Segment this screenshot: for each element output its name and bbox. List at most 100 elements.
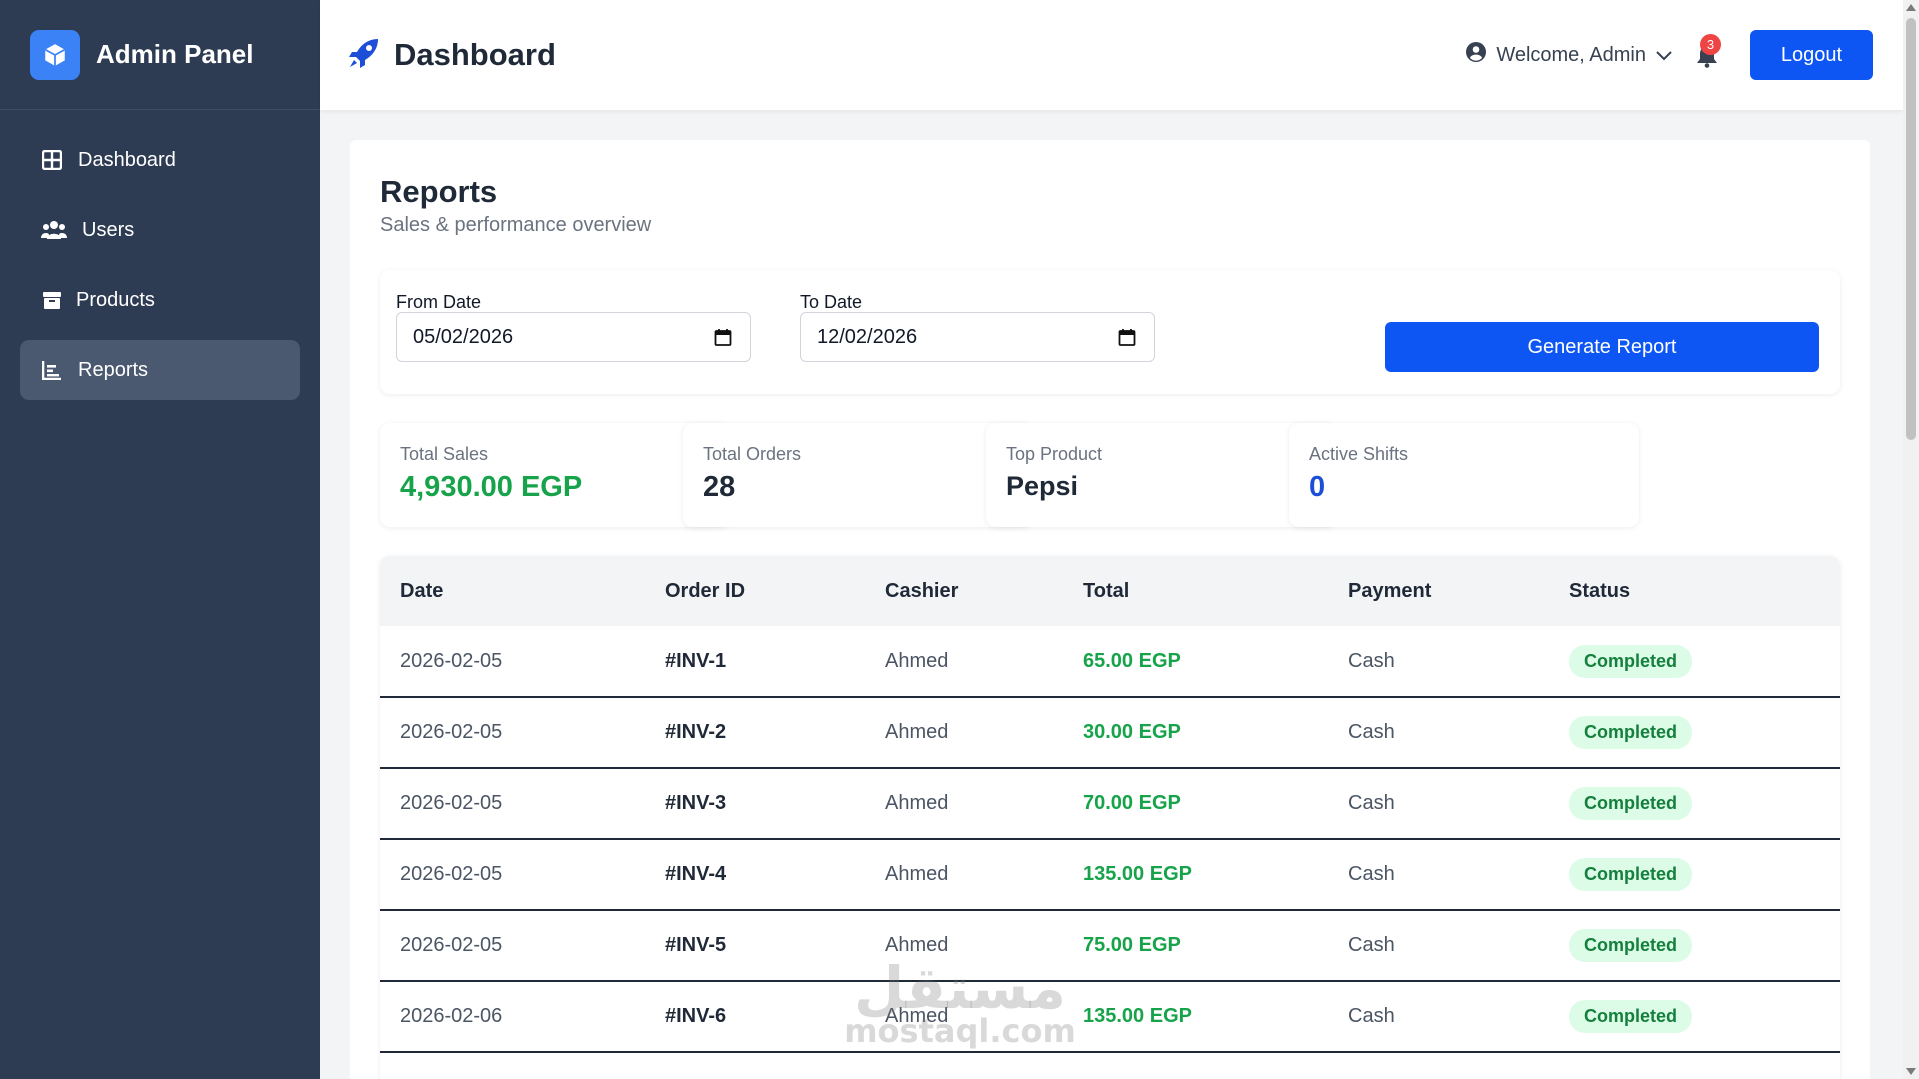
sidebar-item-reports[interactable]: Reports bbox=[20, 340, 300, 400]
from-date-value: 05/02/2026 bbox=[413, 325, 514, 348]
stat-value: 28 bbox=[703, 471, 736, 503]
cell-status: Completed bbox=[1549, 697, 1840, 768]
status-badge: Completed bbox=[1569, 1000, 1693, 1033]
column-header[interactable]: Cashier bbox=[865, 556, 1063, 626]
table-row[interactable]: 2026-02-05 #INV-4 Ahmed 135.00 EGP Cash … bbox=[380, 839, 1840, 910]
generate-report-button[interactable]: Generate Report bbox=[1385, 322, 1819, 372]
cell-payment: Cash bbox=[1348, 721, 1395, 743]
cell-cashier: Ahmed bbox=[885, 721, 949, 743]
cell-cashier: Ahmed bbox=[885, 649, 949, 672]
stat-value: Pepsi bbox=[1006, 471, 1079, 501]
stat-top-product: Top Product Pepsi bbox=[986, 423, 1336, 527]
table-row[interactable]: 2026-02-05 #INV-3 Ahmed 70.00 EGP Cash C… bbox=[380, 768, 1840, 839]
user-circle-icon bbox=[1466, 42, 1487, 68]
from-date-input[interactable]: 05/02/2026 bbox=[396, 312, 751, 362]
top-header: Dashboard Welcome, Admin 3 Logout bbox=[320, 0, 1903, 110]
column-header[interactable]: Status bbox=[1549, 556, 1840, 626]
cell-total: 70.00 EGP bbox=[1083, 792, 1181, 814]
sidebar-item-users[interactable]: Users bbox=[20, 200, 300, 260]
table-header-row: Date Order ID Cashier Total Payment Stat… bbox=[380, 556, 1840, 626]
scroll-up-arrow-icon[interactable] bbox=[1906, 4, 1916, 11]
cell-cashier: Ahmed bbox=[885, 1005, 949, 1027]
from-date-label: From Date bbox=[396, 292, 482, 312]
stat-total-sales: Total Sales 4,930.00 EGP bbox=[380, 423, 730, 527]
cell-date: 2026-02-05 bbox=[400, 934, 503, 956]
cell-order-id: #INV-5 bbox=[665, 934, 727, 956]
column-header[interactable]: Date bbox=[380, 556, 645, 626]
sidebar-item-dashboard[interactable]: Dashboard bbox=[20, 130, 300, 190]
cell-payment: Cash bbox=[1348, 792, 1395, 814]
chart-icon bbox=[40, 358, 64, 382]
stat-value: 0 bbox=[1309, 471, 1326, 503]
chevron-down-icon bbox=[1656, 44, 1672, 67]
notifications-button[interactable]: 3 bbox=[1694, 34, 1721, 68]
cube-icon bbox=[30, 29, 80, 80]
status-badge: Completed bbox=[1569, 929, 1693, 962]
calendar-icon[interactable] bbox=[1118, 328, 1136, 346]
status-badge: Completed bbox=[1569, 787, 1693, 820]
stat-total-orders: Total Orders 28 bbox=[683, 423, 1033, 527]
stat-label: Total Orders bbox=[703, 444, 802, 464]
header-title-group: Dashboard bbox=[348, 37, 556, 74]
page-scrollbar[interactable] bbox=[1903, 0, 1919, 1079]
status-badge: Completed bbox=[1569, 644, 1693, 678]
cell-total: 135.00 EGP bbox=[1083, 1005, 1192, 1027]
sidebar-item-label: Dashboard bbox=[78, 148, 176, 171]
sidebar-nav: Dashboard Users Products Reports bbox=[0, 110, 320, 430]
sidebar-item-label: Users bbox=[82, 218, 135, 241]
scroll-down-arrow-icon[interactable] bbox=[1906, 1068, 1916, 1075]
notification-badge: 3 bbox=[1700, 34, 1721, 55]
table-row[interactable]: 2026-02-05 #INV-2 Ahmed 30.00 EGP Cash C… bbox=[380, 697, 1840, 768]
cell-status: Completed bbox=[1549, 910, 1840, 981]
sidebar: Admin Panel Dashboard Users Products Rep… bbox=[0, 0, 320, 1079]
users-icon bbox=[40, 218, 68, 242]
orders-table-container: Date Order ID Cashier Total Payment Stat… bbox=[380, 556, 1840, 1079]
logout-button[interactable]: Logout bbox=[1750, 30, 1873, 80]
stat-label: Top Product bbox=[1006, 444, 1103, 464]
cell-cashier: Ahmed bbox=[885, 792, 949, 814]
cell-date: 2026-02-06 bbox=[400, 1005, 503, 1027]
report-filter: From Date 05/02/2026 To Date 12/02/2026 … bbox=[380, 270, 1840, 394]
brand: Admin Panel bbox=[0, 0, 320, 110]
rocket-icon bbox=[348, 37, 380, 74]
grid-icon bbox=[40, 148, 64, 172]
header-title: Dashboard bbox=[394, 37, 556, 72]
box-icon bbox=[40, 288, 64, 312]
cell-order-id: #INV-1 bbox=[665, 649, 727, 672]
cell-status: Completed bbox=[1549, 839, 1840, 910]
reports-card: Reports Sales & performance overview Fro… bbox=[350, 140, 1870, 1079]
to-date-value: 12/02/2026 bbox=[817, 325, 918, 348]
sidebar-item-products[interactable]: Products bbox=[20, 270, 300, 330]
table-row[interactable]: 2026-02-05 #INV-5 Ahmed 75.00 EGP Cash C… bbox=[380, 910, 1840, 981]
welcome-text: Welcome, Admin bbox=[1496, 43, 1646, 66]
page-subtitle: Sales & performance overview bbox=[380, 214, 652, 236]
stat-label: Active Shifts bbox=[1309, 444, 1409, 464]
cell-date: 2026-02-05 bbox=[400, 792, 503, 814]
cell-cashier: Ahmed bbox=[885, 934, 949, 956]
table-row[interactable]: 2026-02-06 #INV-6 Ahmed 135.00 EGP Cash … bbox=[380, 981, 1840, 1052]
column-header[interactable]: Payment bbox=[1328, 556, 1549, 626]
status-badge: Completed bbox=[1569, 716, 1693, 749]
to-date-label: To Date bbox=[800, 292, 863, 312]
scrollbar-thumb[interactable] bbox=[1906, 18, 1916, 440]
cell-payment: Cash bbox=[1348, 1005, 1395, 1027]
stat-value: 4,930.00 EGP bbox=[400, 471, 583, 503]
sidebar-item-label: Products bbox=[76, 288, 155, 311]
cell-date: 2026-02-05 bbox=[400, 863, 503, 885]
column-header[interactable]: Total bbox=[1063, 556, 1328, 626]
to-date-input[interactable]: 12/02/2026 bbox=[800, 312, 1155, 362]
cell-order-id: #INV-2 bbox=[665, 721, 727, 743]
cell-date: 2026-02-05 bbox=[400, 721, 503, 743]
calendar-icon[interactable] bbox=[714, 328, 732, 346]
stat-active-shifts: Active Shifts 0 bbox=[1289, 423, 1639, 527]
column-header[interactable]: Order ID bbox=[645, 556, 865, 626]
cell-total: 75.00 EGP bbox=[1083, 934, 1181, 956]
cell-total: 30.00 EGP bbox=[1083, 721, 1181, 743]
page-title: Reports bbox=[380, 174, 498, 209]
user-menu[interactable]: Welcome, Admin bbox=[1466, 42, 1672, 68]
cell-order-id: #INV-4 bbox=[665, 863, 727, 885]
table-row[interactable]: 2026-02-05 #INV-1 Ahmed 65.00 EGP Cash C… bbox=[380, 626, 1840, 697]
sidebar-item-label: Reports bbox=[78, 358, 149, 381]
cell-payment: Cash bbox=[1348, 649, 1395, 672]
cell-status: Completed bbox=[1549, 981, 1840, 1052]
